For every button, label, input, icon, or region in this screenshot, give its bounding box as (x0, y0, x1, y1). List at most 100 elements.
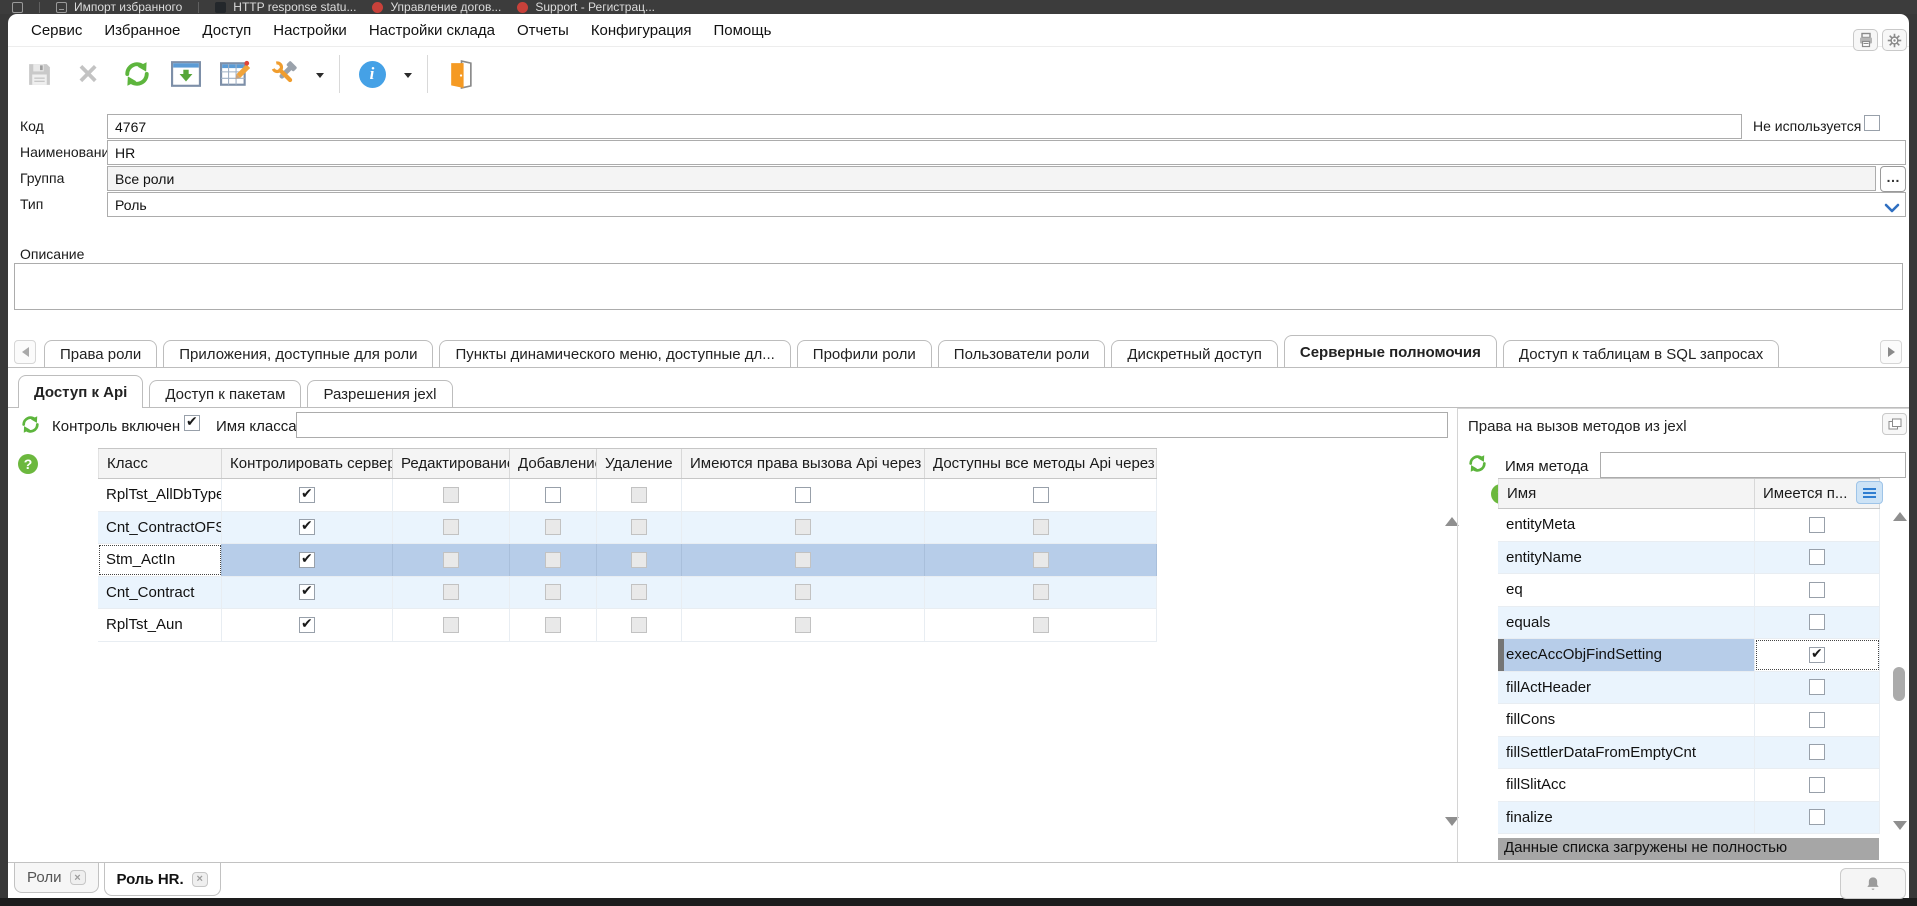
menu-item[interactable]: Помощь (702, 22, 782, 39)
main-tab[interactable]: Профили роли (797, 340, 932, 367)
table-row[interactable]: fillCons (1498, 704, 1880, 737)
column-header[interactable]: Класс (98, 449, 222, 478)
class-filter-input[interactable] (296, 412, 1448, 438)
checkbox[interactable] (1809, 614, 1825, 630)
sub-tab[interactable]: Доступ к пакетам (149, 380, 301, 407)
notifications-button[interactable] (1840, 868, 1906, 899)
table-row[interactable]: fillSettlerDataFromEmptyCnt (1498, 737, 1880, 770)
grid-edit-button[interactable] (218, 56, 252, 92)
vertical-scrollbar[interactable] (1892, 512, 1907, 830)
main-tab[interactable]: Права роли (44, 340, 157, 367)
main-tab[interactable]: Пользователи роли (938, 340, 1106, 367)
table-row[interactable]: Cnt_Contract (98, 577, 1157, 610)
scroll-up-button[interactable] (1893, 512, 1907, 521)
caret-down-icon[interactable] (316, 73, 324, 78)
type-input[interactable] (107, 192, 1906, 217)
main-tab[interactable]: Дискретный доступ (1111, 340, 1278, 367)
table-row[interactable]: fillSlitAcc (1498, 769, 1880, 802)
column-header[interactable]: Контролировать серверн... (222, 449, 393, 478)
main-tab[interactable]: Серверные полномочия (1284, 335, 1497, 368)
chevron-down-icon[interactable] (1884, 200, 1900, 218)
tab-scroll-right-button[interactable] (1880, 340, 1902, 364)
checkbox[interactable] (1809, 517, 1825, 533)
scrollbar-thumb[interactable] (1893, 667, 1905, 701)
checkbox[interactable] (1809, 582, 1825, 598)
info-button[interactable] (355, 56, 389, 92)
bookmark-item[interactable]: Support - Регистрац... (517, 0, 655, 14)
main-tab[interactable]: Пункты динамического меню, доступные дл.… (439, 340, 790, 367)
group-input[interactable] (107, 166, 1876, 191)
checkbox[interactable] (1809, 744, 1825, 760)
code-input[interactable] (107, 114, 1742, 139)
name-input[interactable] (107, 140, 1906, 165)
column-header[interactable]: Удаление (597, 449, 682, 478)
tools-button[interactable] (267, 56, 301, 92)
refresh-methods-button[interactable] (1467, 453, 1488, 479)
table-row[interactable]: RplTst_Aun (98, 609, 1157, 642)
scroll-up-button[interactable] (1445, 500, 1459, 518)
refresh-classes-button[interactable] (20, 414, 41, 440)
checkbox[interactable] (545, 487, 561, 503)
menu-item[interactable]: Настройки (262, 22, 358, 39)
checkbox[interactable] (299, 519, 315, 535)
column-header[interactable]: Доступны все методы Api через jexl (925, 449, 1157, 478)
checkbox[interactable] (1809, 777, 1825, 793)
checkbox[interactable] (299, 552, 315, 568)
bookmark-item[interactable]: Управление догов... (372, 0, 501, 14)
checkbox[interactable] (1809, 809, 1825, 825)
refresh-button[interactable] (120, 56, 154, 92)
description-textarea[interactable] (14, 263, 1903, 310)
table-row[interactable]: RplTst_AllDbTypes (98, 479, 1157, 512)
column-header[interactable]: Редактирование (393, 449, 510, 478)
main-tab[interactable]: Доступ к таблицам в SQL запросах (1503, 340, 1779, 367)
menu-item[interactable]: Сервис (20, 22, 93, 39)
close-tab-icon[interactable] (192, 872, 208, 887)
close-tab-icon[interactable] (70, 870, 86, 885)
table-row[interactable]: execAccObjFindSetting (1498, 639, 1880, 672)
menu-item[interactable]: Настройки склада (358, 22, 506, 39)
menu-item[interactable]: Отчеты (506, 22, 580, 39)
checkbox[interactable] (299, 617, 315, 633)
not-used-checkbox[interactable] (1864, 115, 1880, 131)
table-row[interactable]: fillActHeader (1498, 672, 1880, 705)
main-tab[interactable]: Приложения, доступные для роли (163, 340, 433, 367)
control-enabled-checkbox[interactable] (184, 415, 200, 431)
document-tab[interactable]: Роли (14, 863, 99, 893)
sub-tab[interactable]: Доступ к Api (18, 375, 143, 408)
table-row[interactable]: Cnt_ContractOFSParticipants (98, 512, 1157, 545)
table-row[interactable]: entityName (1498, 542, 1880, 575)
checkbox[interactable] (1809, 712, 1825, 728)
grid-export-button[interactable] (169, 56, 203, 92)
checkbox[interactable] (299, 584, 315, 600)
scroll-down-button[interactable] (1893, 821, 1907, 830)
method-filter-input[interactable] (1600, 452, 1906, 478)
menu-item[interactable]: Избранное (93, 22, 191, 39)
exit-button[interactable] (443, 56, 477, 92)
menu-item[interactable]: Доступ (191, 22, 262, 39)
caret-down-icon[interactable] (404, 73, 412, 78)
float-panel-button[interactable] (1882, 413, 1907, 435)
menu-item[interactable]: Конфигурация (580, 22, 703, 39)
table-row[interactable]: finalize (1498, 802, 1880, 835)
table-row[interactable]: equals (1498, 607, 1880, 640)
checkbox[interactable] (1033, 487, 1049, 503)
column-header[interactable]: Добавление (510, 449, 597, 478)
table-row[interactable]: entityMeta (1498, 509, 1880, 542)
table-row[interactable]: Stm_ActIn (98, 544, 1157, 577)
sub-tab[interactable]: Разрешения jexl (307, 380, 452, 407)
bookmark-item[interactable]: HTTP response statu... (215, 0, 356, 14)
document-tab[interactable]: Роль HR. (104, 863, 221, 896)
checkbox[interactable] (795, 487, 811, 503)
filter-menu-button[interactable] (1856, 481, 1883, 504)
checkbox[interactable] (1809, 679, 1825, 695)
checkbox[interactable] (1809, 647, 1825, 663)
group-lookup-button[interactable]: … (1880, 166, 1906, 192)
table-row[interactable]: eq (1498, 574, 1880, 607)
column-header[interactable]: Имеются права вызова Api через jexl (682, 449, 925, 478)
checkbox[interactable] (1809, 549, 1825, 565)
bookmark-item[interactable]: Импорт избранного (56, 0, 182, 14)
scroll-down-button[interactable] (1445, 826, 1459, 844)
tab-scroll-left-button[interactable] (14, 340, 36, 364)
column-header[interactable]: Имя (1498, 479, 1755, 508)
checkbox[interactable] (299, 487, 315, 503)
